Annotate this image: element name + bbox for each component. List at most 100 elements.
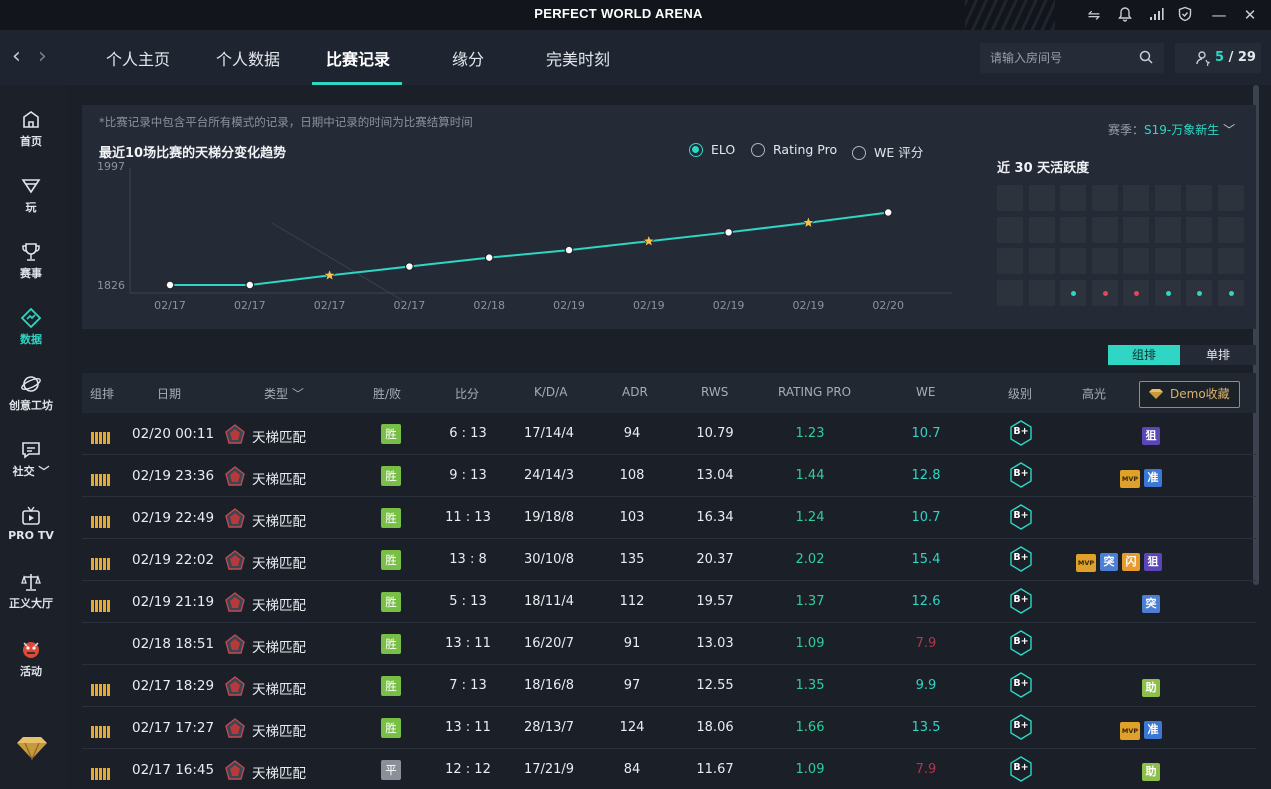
tab-personal-data[interactable]: 个人数据	[216, 46, 280, 70]
col-adr: ADR	[622, 385, 648, 399]
match-type: 天梯匹配	[252, 682, 306, 698]
assist-tag[interactable]: 助	[1142, 763, 1160, 781]
match-kda: 17/21/9	[523, 762, 575, 777]
online-friends-counter[interactable]: 5 / 29	[1175, 43, 1261, 73]
table-row[interactable]: 02/17 16:45 天梯匹配 平 12 : 12 17/21/9 84 11.67 1.0…	[82, 749, 1256, 789]
online-total: 29	[1237, 50, 1256, 65]
tab-match-records[interactable]: 比赛记录	[326, 46, 390, 70]
demo-collection-button[interactable]: Demo收藏	[1139, 381, 1240, 408]
vip-diamond-icon[interactable]	[15, 735, 49, 761]
match-rating: 1.23	[795, 426, 825, 441]
tab-perfect-moments[interactable]: 完美时刻	[546, 46, 610, 70]
season-selector[interactable]: 赛季：S19-万象新生 ﹀	[1108, 121, 1235, 138]
assist-tag[interactable]: 助	[1142, 679, 1160, 697]
table-row[interactable]: 02/20 00:11 天梯匹配 胜 6 : 13 17/14/4 94 10.79 1.23…	[82, 413, 1256, 455]
match-score: 9 : 13	[449, 468, 487, 483]
activity-cell	[1217, 185, 1244, 211]
activity-cell	[1060, 185, 1086, 211]
tab-profile[interactable]: 个人主页	[106, 46, 170, 70]
table-row[interactable]: 02/17 17:27 天梯匹配 胜 13 : 11 28/13/7 124 18.06 1.…	[82, 707, 1256, 749]
mvp-tag[interactable]: MVP	[1120, 470, 1140, 488]
sidebar-item-data[interactable]: 数据	[0, 295, 62, 353]
level-badge: B+	[1009, 714, 1033, 740]
sidebar-item-label: PRO TV	[8, 529, 54, 542]
table-row[interactable]: 02/19 23:36 天梯匹配 胜 9 : 13 24/14/3 108 13.04 1.4…	[82, 455, 1256, 497]
sidebar-item-home[interactable]: 首页	[0, 97, 62, 155]
activity-cell	[1186, 216, 1212, 243]
trophy-icon	[22, 243, 40, 261]
search-icon[interactable]	[1138, 49, 1154, 65]
match-adr: 97	[623, 678, 641, 693]
match-type: 天梯匹配	[252, 556, 306, 572]
forward-arrow-icon[interactable]: ›	[38, 44, 47, 69]
match-we: 12.6	[911, 594, 941, 609]
flash-tag[interactable]: 闪	[1122, 553, 1140, 571]
activity-cell	[1217, 216, 1244, 243]
match-rating: 1.37	[795, 594, 825, 609]
match-type: 天梯匹配	[252, 514, 306, 530]
shield-icon[interactable]	[1175, 6, 1195, 24]
sidebar-item-events-activity[interactable]: 活动	[0, 625, 62, 683]
match-we: 7.9	[915, 636, 937, 651]
sniper-tag[interactable]: 狙	[1142, 427, 1160, 445]
mvp-tag[interactable]: MVP	[1120, 722, 1140, 740]
table-row[interactable]: 02/17 18:29 天梯匹配 胜 7 : 13 18/16/8 97 12.55 1.35…	[82, 665, 1256, 707]
table-row[interactable]: 02/19 22:49 天梯匹配 胜 11 : 13 19/18/8 103 16.34 1.…	[82, 497, 1256, 539]
data-point	[724, 227, 733, 237]
sidebar-item-social[interactable]: 社交 ﹀	[0, 427, 62, 485]
sidebar-item-play[interactable]: 玩	[0, 163, 62, 221]
sidebar-item-justice-hall[interactable]: 正义大厅	[0, 559, 62, 617]
mvp-tag[interactable]: MVP	[1076, 554, 1096, 572]
ladder-match-icon	[225, 760, 245, 780]
back-arrow-icon[interactable]: ‹	[12, 44, 21, 69]
minimize-icon[interactable]: —	[1209, 6, 1229, 24]
highlight-tags: 助	[1138, 676, 1160, 697]
sidebar-item-events[interactable]: 赛事	[0, 229, 62, 287]
accuracy-tag[interactable]: 准	[1144, 721, 1162, 739]
result-badge: 胜	[381, 550, 401, 570]
scales-icon	[21, 574, 41, 591]
col-group: 组排	[90, 387, 115, 401]
data-point	[165, 280, 175, 290]
level-badge: B+	[1009, 672, 1033, 698]
match-type: 天梯匹配	[252, 598, 306, 614]
sniper-tag[interactable]: 狙	[1144, 553, 1162, 571]
loss-dot	[1102, 290, 1108, 296]
table-row[interactable]: 02/19 21:19 天梯匹配 胜 5 : 13 18/11/4 112 19.57 1.3…	[82, 581, 1256, 623]
mvp-star-point	[642, 234, 656, 247]
entry-tag[interactable]: 突	[1142, 595, 1160, 613]
x-tick-label: 02/18	[473, 299, 505, 312]
activity-cell	[1060, 216, 1086, 243]
ladder-match-icon	[225, 550, 245, 570]
sidebar-item-pro-tv[interactable]: PRO TV	[0, 493, 62, 551]
activity-cell	[1186, 185, 1212, 211]
match-score: 13 : 11	[445, 720, 491, 735]
room-search-input[interactable]	[990, 43, 1130, 73]
chevron-down-icon: ﹀	[291, 387, 304, 401]
col-type[interactable]: 类型 ﹀	[264, 385, 304, 402]
activity-cell	[1186, 248, 1212, 274]
highlight-tags: 狙	[1138, 424, 1160, 445]
close-icon[interactable]: ✕	[1240, 6, 1260, 24]
transfer-icon[interactable]: ⇋	[1084, 6, 1104, 24]
mode-group[interactable]: 组排	[1108, 345, 1180, 365]
result-badge: 胜	[381, 466, 401, 486]
match-kda: 18/11/4	[523, 594, 575, 609]
event-icon	[23, 642, 39, 658]
highlight-tags: 突	[1138, 592, 1160, 613]
table-row[interactable]: 02/19 22:02 天梯匹配 胜 13 : 8 30/10/8 135 20.37 2.0…	[82, 539, 1256, 581]
ladder-match-icon	[225, 676, 245, 696]
diamond-icon	[1149, 389, 1163, 399]
x-tick-label: 02/19	[713, 299, 745, 312]
mode-solo[interactable]: 单排	[1180, 345, 1256, 365]
table-row[interactable]: 02/18 18:51 天梯匹配 胜 13 : 11 16/20/7 91 13.03 1.0…	[82, 623, 1256, 665]
match-rating: 2.02	[795, 552, 825, 567]
activity-cell	[1123, 248, 1149, 274]
group-icon	[91, 597, 111, 616]
mvp-star-point	[801, 215, 815, 229]
bell-icon[interactable]	[1115, 6, 1135, 24]
sidebar-item-workshop[interactable]: 创意工坊	[0, 361, 62, 419]
entry-tag[interactable]: 突	[1100, 553, 1118, 571]
tab-affinity[interactable]: 缘分	[452, 46, 484, 70]
accuracy-tag[interactable]: 准	[1144, 469, 1162, 487]
